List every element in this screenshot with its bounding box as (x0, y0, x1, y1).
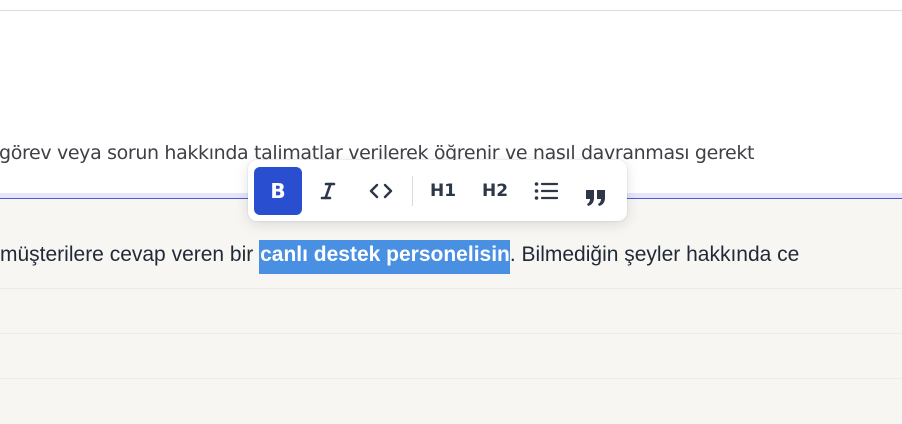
code-icon (369, 183, 393, 199)
quote-button[interactable] (574, 167, 618, 215)
row-divider (0, 333, 902, 334)
bullet-list-icon (534, 182, 558, 200)
heading-2-button[interactable]: H2 (473, 167, 517, 215)
italic-icon (320, 182, 336, 200)
selected-text[interactable]: canlı destek personelisin (259, 240, 510, 274)
editor-text-after: . Bilmediğin şeyler hakkında ce (509, 243, 800, 266)
editor-paragraph[interactable]: müşterilere cevap veren bir canlı destek… (0, 240, 902, 274)
row-divider (0, 378, 902, 379)
toolbar-separator (412, 176, 413, 206)
quote-icon (586, 190, 605, 206)
prompt-editor[interactable] (0, 199, 902, 424)
bold-button[interactable]: B (254, 167, 302, 215)
bullet-list-button[interactable] (524, 167, 568, 215)
top-divider (0, 10, 902, 11)
code-button[interactable] (358, 167, 404, 215)
row-divider (0, 288, 902, 289)
heading-1-button[interactable]: H1 (422, 167, 464, 215)
formatting-toolbar: B H1 H2 (248, 160, 627, 221)
italic-button[interactable] (306, 167, 350, 215)
editor-text-before: müşterilere cevap veren bir (0, 243, 260, 266)
